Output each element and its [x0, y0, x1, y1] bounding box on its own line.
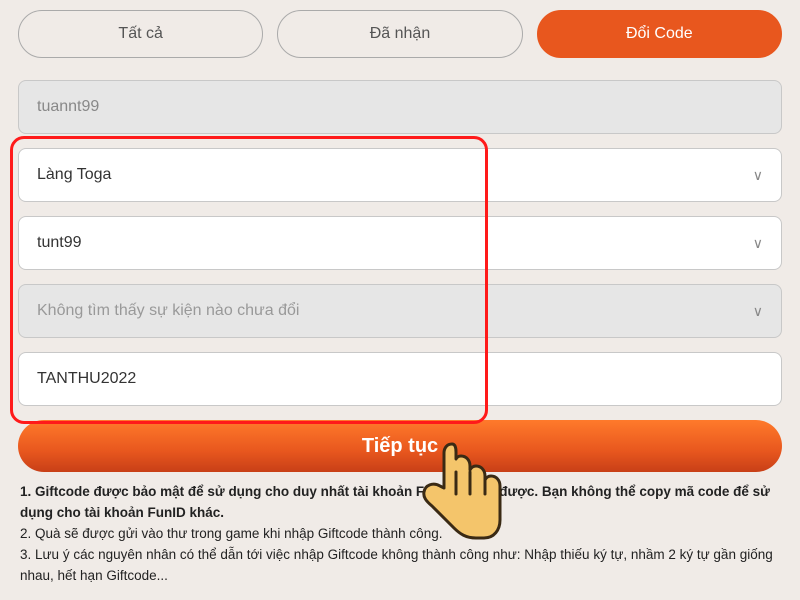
tab-all[interactable]: Tất cả [18, 10, 263, 58]
tab-received[interactable]: Đã nhận [277, 10, 522, 58]
code-value: TANTHU2022 [37, 370, 136, 388]
character-value: tunt99 [37, 234, 81, 252]
chevron-down-icon: ∨ [753, 167, 763, 184]
notes-block: 1. Giftcode được bảo mật để sử dụng cho … [18, 482, 782, 587]
tab-redeem[interactable]: Đổi Code [537, 10, 782, 58]
username-value: tuannt99 [37, 98, 99, 116]
continue-button[interactable]: Tiếp tục [18, 420, 782, 472]
note-3: 3. Lưu ý các nguyên nhân có thể dẫn tới … [20, 545, 780, 587]
chevron-down-icon: ∨ [753, 303, 763, 320]
username-field: tuannt99 [18, 80, 782, 134]
event-select[interactable]: Không tìm thấy sự kiện nào chưa đổi ∨ [18, 284, 782, 338]
character-select[interactable]: tunt99 ∨ [18, 216, 782, 270]
note-2: 2. Quà sẽ được gửi vào thư trong game kh… [20, 524, 780, 545]
code-input[interactable]: TANTHU2022 [18, 352, 782, 406]
chevron-down-icon: ∨ [753, 235, 763, 252]
event-placeholder: Không tìm thấy sự kiện nào chưa đổi [37, 302, 299, 320]
server-value: Làng Toga [37, 166, 111, 184]
tab-bar: Tất cả Đã nhận Đổi Code [18, 10, 782, 58]
note-1a: 1. Giftcode được bảo mật để sử dụng cho … [20, 484, 424, 499]
server-select[interactable]: Làng Toga ∨ [18, 148, 782, 202]
